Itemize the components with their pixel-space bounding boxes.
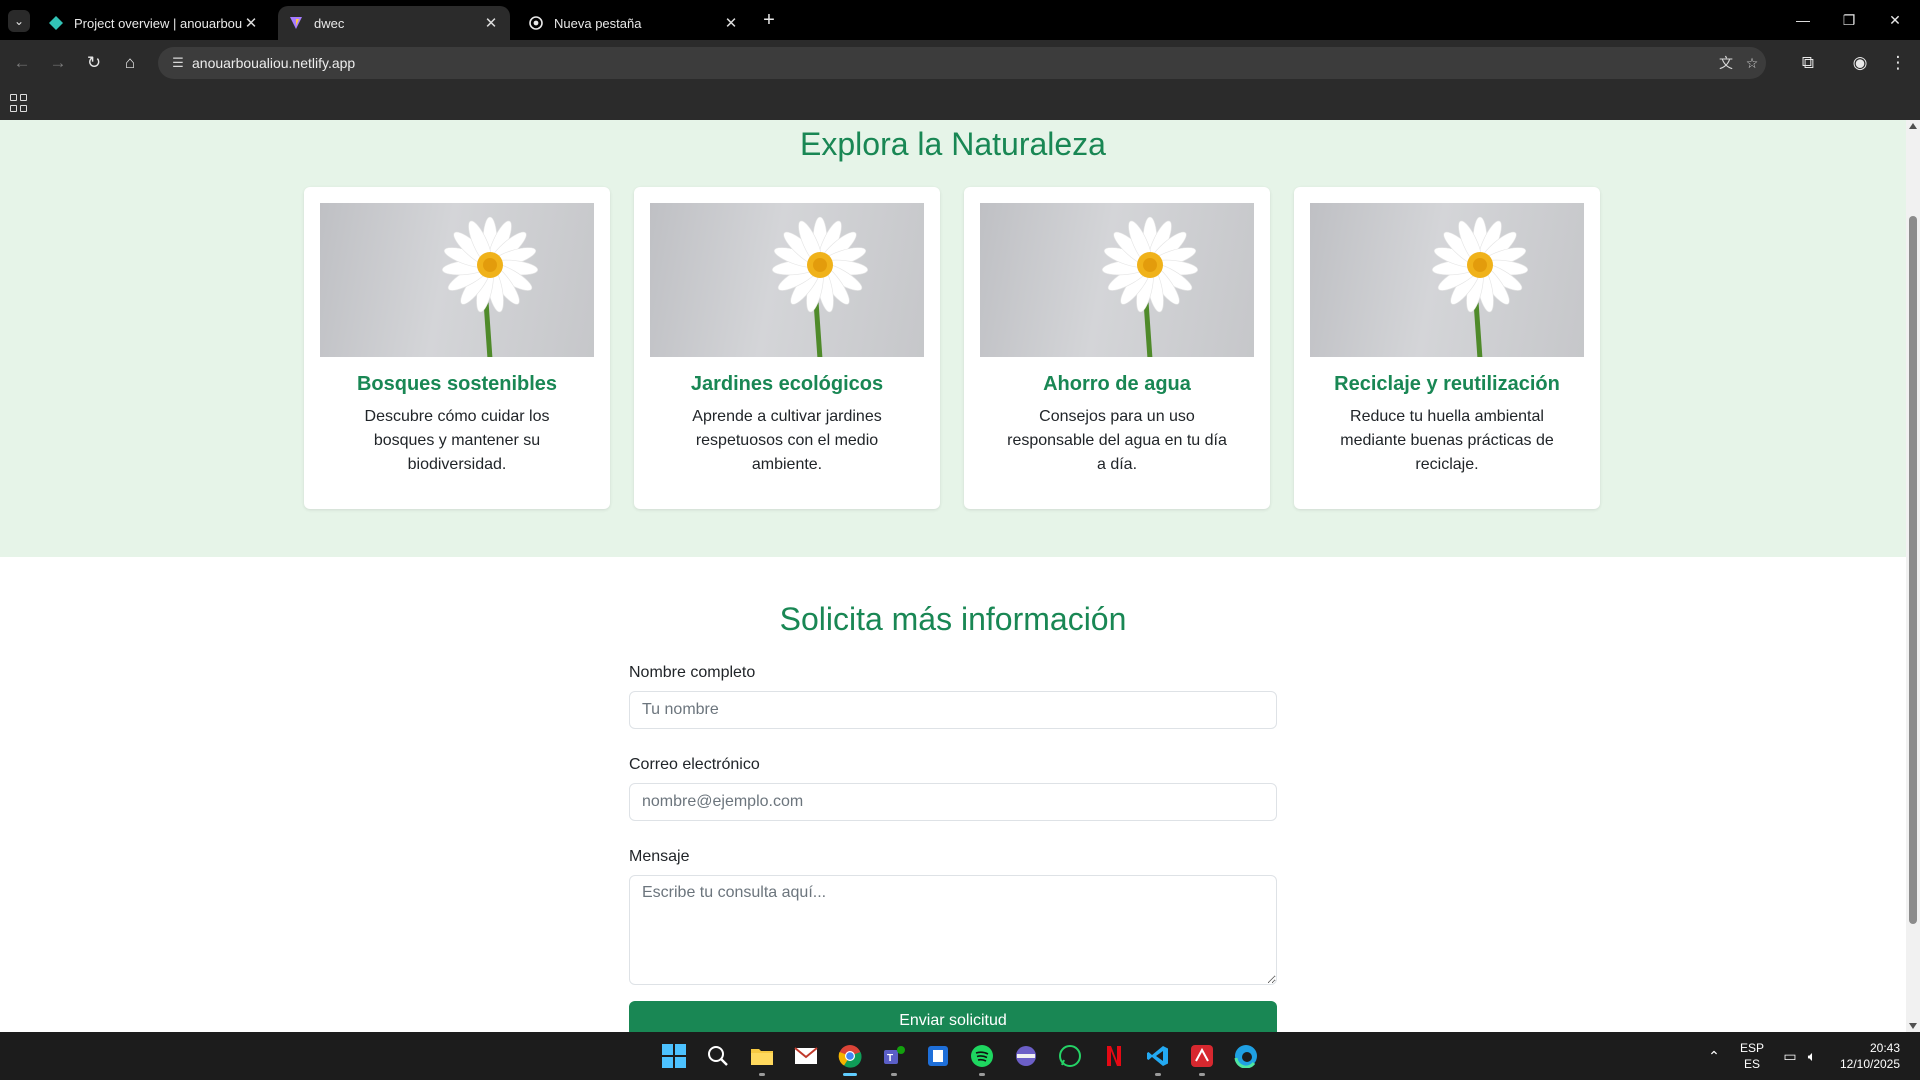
- clock[interactable]: 20:43 12/10/2025: [1830, 1032, 1910, 1080]
- apps-grid-icon[interactable]: [10, 94, 28, 112]
- tab-dwec[interactable]: dwec ✕: [278, 6, 510, 40]
- clock-time: 20:43: [1870, 1041, 1901, 1055]
- app-icon[interactable]: [922, 1040, 954, 1072]
- bookmarks-bar: [0, 86, 1920, 120]
- translate-icon[interactable]: 文: [1716, 53, 1736, 73]
- url-text: anouarboualiou.netlify.app: [192, 55, 356, 71]
- card-title: Reciclaje y reutilización: [1334, 373, 1560, 395]
- tab-strip: ⌄ Project overview | anouarboualiou ✕ dw…: [0, 0, 1920, 40]
- vscode-icon[interactable]: [1142, 1040, 1174, 1076]
- card-text: Descubre cómo cuidar los bosques y mante…: [364, 408, 550, 473]
- card: Jardines ecológicos Aprende a cultivar j…: [634, 187, 940, 509]
- contact-form: Nombre completo Correo electrónico Mensa…: [629, 661, 1277, 1032]
- teams-icon[interactable]: T: [878, 1040, 910, 1076]
- language-text: ESP: [1739, 1041, 1764, 1055]
- message-textarea[interactable]: [629, 875, 1277, 985]
- extensions-icon[interactable]: ⧉: [1794, 49, 1822, 77]
- keyboard-layout-text: ES: [1743, 1057, 1760, 1071]
- close-tab-icon[interactable]: ✕: [242, 14, 260, 32]
- more-menu-icon[interactable]: ⋮: [1884, 49, 1912, 77]
- tab-project-overview[interactable]: Project overview | anouarboualiou ✕: [38, 6, 270, 40]
- email-input[interactable]: [629, 783, 1277, 821]
- scroll-up-icon[interactable]: [1909, 123, 1917, 129]
- tab-search-icon[interactable]: ⌄: [8, 10, 30, 32]
- acrobat-icon[interactable]: [1186, 1040, 1218, 1076]
- minimize-icon[interactable]: —: [1780, 0, 1826, 40]
- page-scrollbar[interactable]: [1906, 120, 1920, 1032]
- card-text: Aprende a cultivar jardines respetuosos …: [692, 408, 882, 473]
- tab-title: Project overview | anouarboualiou: [74, 15, 242, 31]
- section-title: Solicita más información: [779, 601, 1127, 637]
- section-title: Explora la Naturaleza: [800, 126, 1106, 162]
- reload-icon[interactable]: ↻: [80, 49, 108, 77]
- tab-new-tab[interactable]: Nueva pestaña ✕: [518, 6, 750, 40]
- bookmark-star-icon[interactable]: ☆: [1742, 53, 1762, 73]
- card: Bosques sostenibles Descubre cómo cuidar…: [304, 187, 610, 509]
- contact-section: Solicita más información Nombre completo…: [0, 557, 1906, 1032]
- app-icon[interactable]: [1010, 1040, 1042, 1072]
- page-viewport: Explora la Naturaleza Bosques sostenible…: [0, 120, 1906, 1032]
- spotify-icon[interactable]: [966, 1040, 998, 1076]
- home-icon[interactable]: ⌂: [116, 49, 144, 77]
- back-icon[interactable]: ←: [8, 49, 36, 77]
- whatsapp-icon[interactable]: [1054, 1040, 1086, 1072]
- name-input[interactable]: [629, 691, 1277, 729]
- edge-icon[interactable]: [1230, 1040, 1262, 1072]
- clock-date: 12/10/2025: [1839, 1057, 1901, 1071]
- card-title: Ahorro de agua: [1043, 373, 1191, 395]
- email-label: Correo electrónico: [629, 756, 760, 773]
- daisy-image: [980, 203, 1254, 357]
- forward-icon[interactable]: →: [44, 49, 72, 77]
- card-text: Consejos para un uso responsable del agu…: [1007, 408, 1227, 473]
- nature-section: Explora la Naturaleza Bosques sostenible…: [0, 120, 1906, 557]
- restore-icon[interactable]: ❐: [1826, 0, 1872, 40]
- chrome-taskbar-icon[interactable]: [834, 1040, 866, 1076]
- netlify-icon: [48, 15, 64, 31]
- close-tab-icon[interactable]: ✕: [722, 14, 740, 32]
- cards-row: Bosques sostenibles Descubre cómo cuidar…: [304, 187, 1602, 509]
- daisy-image: [320, 203, 594, 357]
- netflix-icon[interactable]: [1098, 1040, 1130, 1072]
- windows-start-icon[interactable]: [658, 1040, 690, 1072]
- taskbar: T ⌃ ESP ES ▭ 🔈︎ 20:43 12/10/2025: [0, 1032, 1920, 1080]
- message-label: Mensaje: [629, 848, 690, 865]
- daisy-image: [650, 203, 924, 357]
- chrome-icon: [528, 15, 544, 31]
- close-tab-icon[interactable]: ✕: [482, 14, 500, 32]
- card: Reciclaje y reutilización Reduce tu huel…: [1294, 187, 1600, 509]
- network-icon[interactable]: ▭: [1778, 1032, 1802, 1080]
- submit-button[interactable]: Enviar solicitud: [629, 1001, 1277, 1032]
- close-window-icon[interactable]: ✕: [1872, 0, 1918, 40]
- site-info-icon[interactable]: ☰: [168, 53, 188, 73]
- scroll-down-icon[interactable]: [1909, 1023, 1917, 1029]
- language-indicator[interactable]: ESP ES: [1732, 1032, 1772, 1080]
- svg-text:T: T: [887, 1053, 893, 1064]
- profile-avatar-icon[interactable]: ◉: [1846, 49, 1874, 77]
- scrollbar-thumb[interactable]: [1909, 216, 1917, 924]
- new-tab-icon[interactable]: +: [758, 9, 780, 31]
- mail-app-icon[interactable]: [790, 1040, 822, 1072]
- daisy-image: [1310, 203, 1584, 357]
- name-label: Nombre completo: [629, 664, 756, 681]
- tab-title: Nueva pestaña: [554, 15, 642, 31]
- show-hidden-icons-icon[interactable]: ⌃: [1702, 1032, 1726, 1080]
- file-explorer-icon[interactable]: [746, 1040, 778, 1076]
- card-title: Jardines ecológicos: [690, 373, 884, 395]
- vite-icon: [288, 15, 304, 31]
- volume-icon[interactable]: 🔈︎: [1800, 1032, 1824, 1080]
- address-bar[interactable]: ☰ anouarboualiou.netlify.app 文 ☆: [158, 47, 1766, 79]
- tab-title: dwec: [314, 15, 345, 31]
- card: Ahorro de agua Consejos para un uso resp…: [964, 187, 1270, 509]
- browser-toolbar: ← → ↻ ⌂ ☰ anouarboualiou.netlify.app 文 ☆…: [0, 40, 1920, 86]
- card-text: Reduce tu huella ambiental mediante buen…: [1340, 408, 1554, 473]
- card-title: Bosques sostenibles: [356, 373, 558, 395]
- search-icon[interactable]: [702, 1040, 734, 1072]
